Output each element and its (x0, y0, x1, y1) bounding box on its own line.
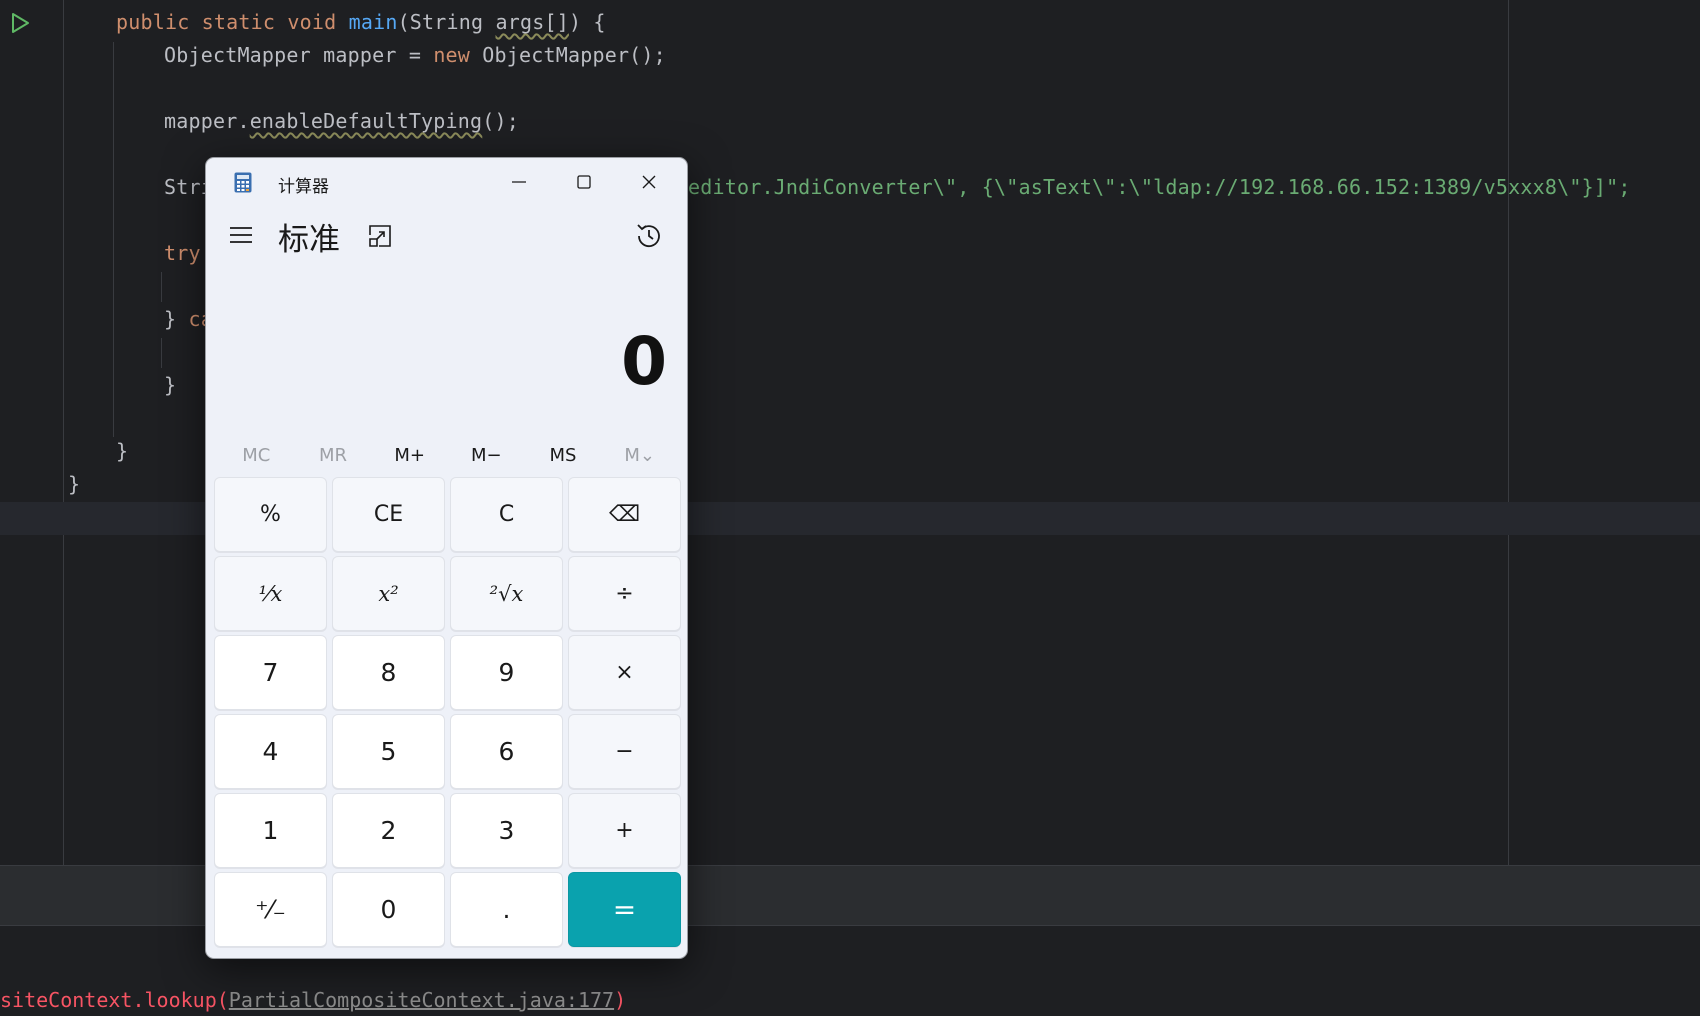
console-text: ) (614, 988, 627, 1012)
digit-1-button[interactable]: 1 (214, 793, 327, 868)
percent-button[interactable]: % (214, 477, 327, 552)
code-line-9: } (68, 472, 80, 496)
minimize-icon (512, 181, 526, 183)
backspace-button[interactable]: ⌫ (568, 477, 681, 552)
code-line-8: } (116, 439, 128, 463)
gutter-separator (63, 0, 64, 865)
decimal-button[interactable]: . (450, 872, 563, 947)
code-token: args[] (495, 10, 569, 34)
calculator-app-icon (234, 172, 252, 193)
code-token: ) { (568, 10, 606, 34)
memory-recall-button[interactable]: MR (295, 436, 372, 476)
run-gutter-icon[interactable] (9, 12, 31, 34)
memory-bar: MC MR M+ M− MS M⌄ (218, 436, 678, 476)
digit-3-button[interactable]: 3 (450, 793, 563, 868)
code-token: main (348, 10, 398, 34)
code-line-4-end: editor.JndiConverter\", {\"asText\":\"ld… (688, 175, 1631, 199)
mode-header: 标准 (206, 206, 687, 264)
digit-0-button[interactable]: 0 (332, 872, 445, 947)
indent-guide (113, 42, 114, 437)
divide-button[interactable]: ÷ (568, 556, 681, 631)
console-text: siteContext.lookup( (0, 988, 229, 1012)
mode-title: 标准 (278, 222, 340, 258)
console-stacktrace-line: siteContext.lookup(PartialCompositeConte… (0, 988, 626, 1012)
code-token: ObjectMapper(); (470, 43, 666, 67)
minimize-button[interactable] (484, 162, 554, 202)
console-source-link[interactable]: PartialCompositeContext.java:177 (229, 988, 614, 1012)
result-display: 0 (621, 323, 667, 400)
history-icon[interactable] (634, 221, 664, 251)
code-token: public static void (116, 10, 349, 34)
code-line-2: ObjectMapper mapper = new ObjectMapper()… (164, 43, 666, 67)
clear-entry-button[interactable]: CE (332, 477, 445, 552)
subtract-button[interactable]: − (568, 714, 681, 789)
code-line-3: mapper.enableDefaultTyping(); (164, 109, 519, 133)
maximize-icon (577, 175, 591, 189)
code-token: mapper. (164, 109, 250, 133)
close-icon (642, 175, 656, 189)
code-token: } (116, 439, 129, 463)
window-title: 计算器 (278, 177, 329, 197)
calculator-window[interactable]: 计算器 标准 0 MC MR M+ M− MS M⌄ % CE C ⌫ ¹⁄x … (205, 157, 688, 959)
code-token: ObjectMapper mapper = (164, 43, 434, 67)
digit-4-button[interactable]: 4 (214, 714, 327, 789)
memory-subtract-button[interactable]: M− (448, 436, 525, 476)
digit-5-button[interactable]: 5 (332, 714, 445, 789)
close-button[interactable] (614, 162, 684, 202)
memory-clear-button[interactable]: MC (218, 436, 295, 476)
hamburger-menu-icon[interactable] (228, 224, 254, 246)
keypad: % CE C ⌫ ¹⁄x x² ²√x ÷ 7 8 9 × 4 5 6− 1 2 3 + ⁺⁄₋ 0. = (214, 477, 681, 947)
code-token: } (68, 472, 81, 496)
digit-9-button[interactable]: 9 (450, 635, 563, 710)
code-token: try (164, 241, 201, 265)
equals-button[interactable]: = (568, 872, 681, 947)
digit-2-button[interactable]: 2 (332, 793, 445, 868)
code-token: enableDefaultTyping (249, 109, 483, 133)
title-bar[interactable]: 计算器 (206, 158, 687, 206)
indent-guide (161, 272, 162, 302)
string-literal: editor.JndiConverter\", {\"asText\":\"ld… (688, 175, 1631, 199)
memory-list-button[interactable]: M⌄ (601, 436, 678, 476)
code-token: new (433, 43, 471, 67)
clear-button[interactable]: C (450, 477, 563, 552)
right-margin-guide (1508, 0, 1509, 865)
multiply-button[interactable]: × (568, 635, 681, 710)
digit-7-button[interactable]: 7 (214, 635, 327, 710)
code-line-1: public static void main(String args[]) { (116, 10, 606, 34)
negate-button[interactable]: ⁺⁄₋ (214, 872, 327, 947)
digit-6-button[interactable]: 6 (450, 714, 563, 789)
memory-store-button[interactable]: MS (525, 436, 602, 476)
code-token: (String (397, 10, 496, 34)
memory-add-button[interactable]: M+ (371, 436, 448, 476)
maximize-button[interactable] (549, 162, 619, 202)
add-button[interactable]: + (568, 793, 681, 868)
indent-guide (161, 338, 162, 368)
square-root-button[interactable]: ²√x (450, 556, 563, 631)
keep-on-top-icon[interactable] (367, 223, 393, 249)
code-token: } (164, 373, 177, 397)
digit-8-button[interactable]: 8 (332, 635, 445, 710)
code-token: } (164, 307, 189, 331)
square-button[interactable]: x² (332, 556, 445, 631)
code-token: (); (482, 109, 520, 133)
code-line-7: } (164, 373, 176, 397)
code-line-5: try (164, 241, 201, 265)
reciprocal-button[interactable]: ¹⁄x (214, 556, 327, 631)
